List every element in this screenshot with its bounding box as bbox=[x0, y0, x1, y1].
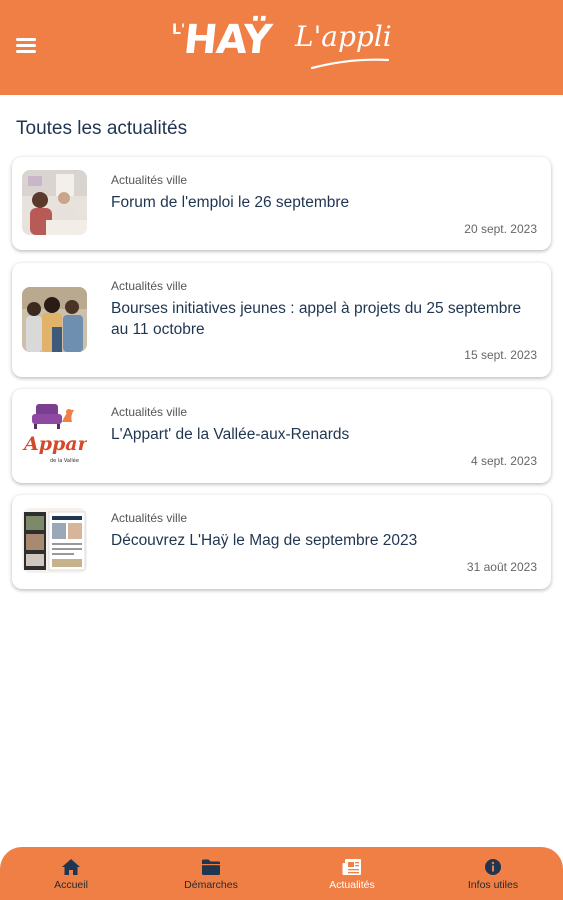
logo-prefix: L' bbox=[172, 22, 186, 38]
newspaper-icon bbox=[342, 859, 361, 875]
news-category: Actualités ville bbox=[111, 405, 188, 419]
news-card[interactable]: Appart de la Vallée Actualités ville L'A… bbox=[12, 389, 551, 483]
bottom-navigation: Accueil Démarches Actualités Infos utile… bbox=[0, 847, 563, 900]
news-thumbnail bbox=[22, 170, 87, 235]
app-logo: L' HAŸ L'appli bbox=[172, 12, 394, 74]
news-thumbnail: Appart de la Vallée bbox=[22, 402, 87, 467]
thumb-appart-subtext: de la Vallée bbox=[50, 457, 79, 464]
nav-label: Démarches bbox=[184, 879, 238, 891]
news-date: 31 août 2023 bbox=[466, 560, 537, 574]
news-date: 4 sept. 2023 bbox=[470, 454, 537, 468]
logo-main: HAŸ bbox=[181, 17, 273, 63]
nav-label: Actualités bbox=[329, 879, 375, 891]
news-list: Actualités ville Forum de l'emploi le 26… bbox=[12, 157, 551, 589]
news-card[interactable]: Actualités ville Bourses initiatives jeu… bbox=[12, 263, 551, 377]
nav-item-infos-utiles[interactable]: Infos utiles bbox=[438, 847, 548, 900]
nav-item-accueil[interactable]: Accueil bbox=[16, 847, 126, 900]
hamburger-menu-icon[interactable] bbox=[16, 38, 36, 54]
news-category: Actualités ville bbox=[111, 173, 188, 187]
folder-icon bbox=[202, 859, 220, 875]
info-icon bbox=[485, 859, 501, 875]
news-title: Forum de l'emploi le 26 septembre bbox=[111, 194, 350, 211]
news-title: Découvrez L'Haÿ le Mag de septembre 2023 bbox=[111, 532, 418, 549]
logo-swoosh-icon bbox=[310, 58, 390, 70]
nav-item-demarches[interactable]: Démarches bbox=[156, 847, 266, 900]
nav-item-actualites[interactable]: Actualités bbox=[297, 847, 407, 900]
app-header: L' HAŸ L'appli bbox=[0, 0, 563, 95]
news-title: L'Appart' de la Vallée-aux-Renards bbox=[111, 426, 350, 443]
nav-label: Accueil bbox=[54, 879, 88, 891]
thumb-appart-text: Appart bbox=[22, 433, 87, 455]
news-title: Bourses initiatives jeunes : appel à pro… bbox=[111, 300, 522, 338]
news-card[interactable]: Actualités ville Découvrez L'Haÿ le Mag … bbox=[12, 495, 551, 589]
logo-suffix: L'appli bbox=[295, 20, 392, 53]
news-category: Actualités ville bbox=[111, 511, 188, 525]
news-card[interactable]: Actualités ville Forum de l'emploi le 26… bbox=[12, 157, 551, 250]
page-title: Toutes les actualités bbox=[16, 118, 188, 139]
news-thumbnail bbox=[22, 508, 87, 573]
news-category: Actualités ville bbox=[111, 279, 188, 293]
news-date: 15 sept. 2023 bbox=[464, 348, 537, 362]
news-date: 20 sept. 2023 bbox=[464, 222, 537, 236]
home-icon bbox=[62, 859, 80, 875]
nav-label: Infos utiles bbox=[467, 879, 519, 891]
news-thumbnail bbox=[22, 287, 87, 352]
